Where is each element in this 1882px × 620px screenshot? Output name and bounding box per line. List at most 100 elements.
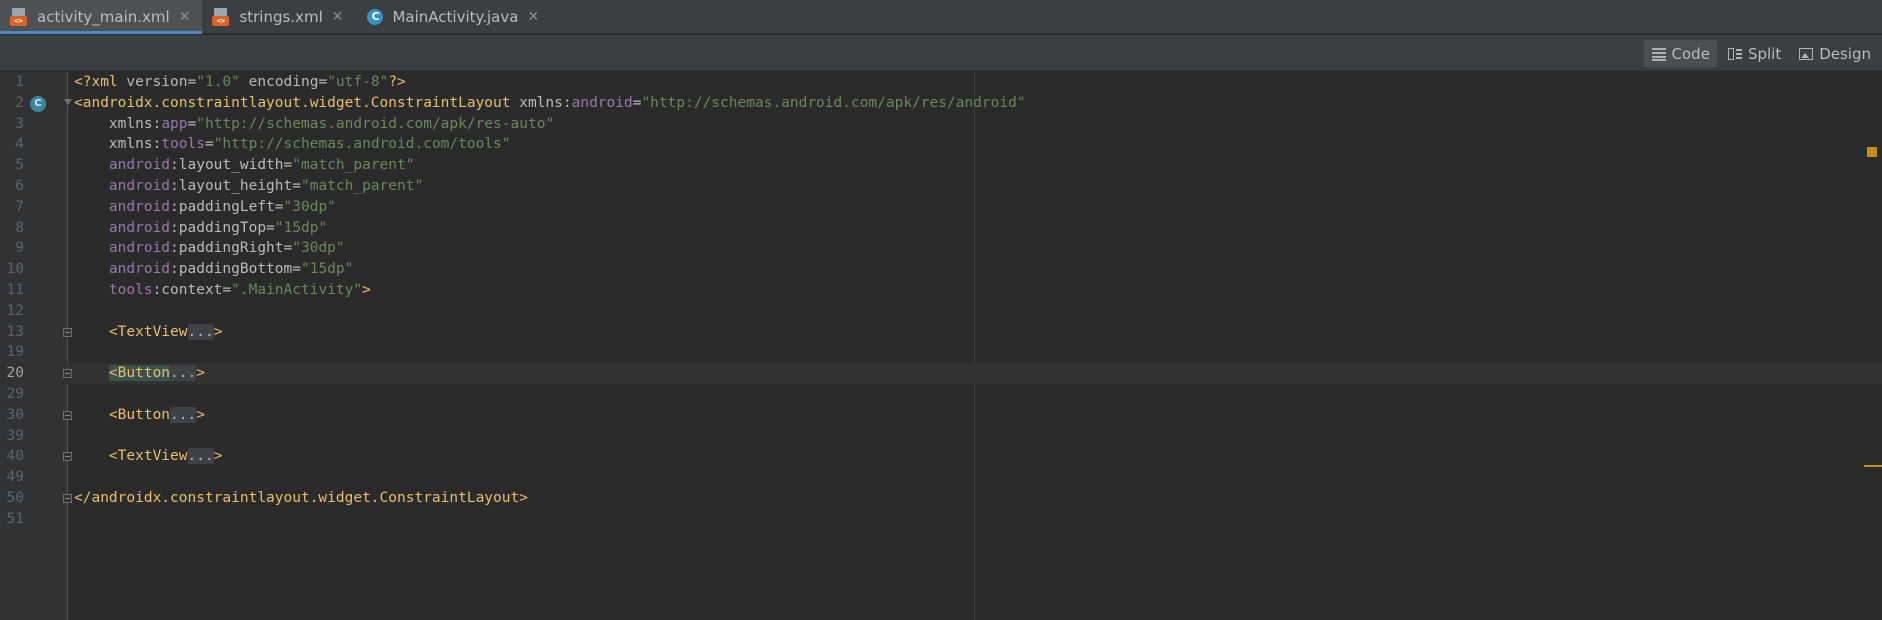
line-number: 12 <box>6 302 24 319</box>
code-token: :layout_width= <box>170 157 293 174</box>
code-line[interactable]: 40 <TextView...> <box>0 446 1882 467</box>
code-token: xmlns: <box>74 136 162 153</box>
close-icon[interactable]: ✕ <box>527 9 539 25</box>
code-text: <androidx.constraintlayout.widget.Constr… <box>74 93 1026 114</box>
code-token: "15dp" <box>274 219 328 236</box>
code-view-icon <box>1651 47 1667 61</box>
xml-file-icon: <> <box>10 7 30 27</box>
split-view-button[interactable]: Split <box>1720 40 1788 67</box>
code-line[interactable]: 39 <box>0 426 1882 447</box>
code-token: <?xml <box>74 74 127 90</box>
design-view-button[interactable]: Design <box>1791 40 1878 67</box>
code-line[interactable]: 13 <TextView...> <box>0 322 1882 343</box>
line-number: 40 <box>6 448 24 465</box>
folded-region[interactable]: ... <box>187 448 214 465</box>
code-line[interactable]: 6 android:layout_height="match_parent" <box>0 176 1882 197</box>
code-editor[interactable]: 1 <?xml version="1.0" encoding="utf-8"?> 2… <box>0 72 1882 620</box>
code-token: "30dp" <box>283 198 336 215</box>
code-text: android:paddingRight="30dp" <box>74 238 345 259</box>
folded-region[interactable]: ... <box>187 323 214 340</box>
code-line[interactable]: 9 android:paddingRight="30dp" <box>0 238 1882 259</box>
code-token: tools <box>161 136 205 153</box>
code-token: > <box>213 323 223 340</box>
line-number: 7 <box>15 198 24 215</box>
code-line[interactable]: 5 android:layout_width="match_parent" <box>0 155 1882 176</box>
code-token: android <box>74 219 171 236</box>
code-line[interactable]: 8 android:paddingTop="15dp" <box>0 218 1882 239</box>
code-token: app <box>161 115 188 132</box>
code-line[interactable]: 1 <?xml version="1.0" encoding="utf-8"?> <box>0 72 1882 93</box>
tab-activity-main-xml[interactable]: <> activity_main.xml ✕ <box>0 0 203 34</box>
code-token: "http://schemas.android.com/apk/res/andr… <box>641 94 1026 111</box>
fold-collapsed-icon[interactable] <box>63 369 72 379</box>
code-token: android <box>571 94 633 111</box>
editor-tab-bar: <> activity_main.xml ✕ <> strings.xml ✕ … <box>0 0 1882 34</box>
code-token: > <box>196 406 205 423</box>
tab-mainactivity-java[interactable]: C MainActivity.java ✕ <box>355 0 551 34</box>
fold-collapsed-icon[interactable] <box>63 494 72 503</box>
line-number: 6 <box>15 178 24 194</box>
code-line[interactable]: 11 tools:context=".MainActivity"> <box>0 280 1882 301</box>
code-text: <Button...> <box>74 363 205 384</box>
code-text: tools:context=".MainActivity"> <box>74 280 371 301</box>
fold-collapsed-icon[interactable] <box>63 410 72 420</box>
code-token: = <box>204 136 214 153</box>
code-token: android <box>74 178 171 194</box>
folded-region[interactable]: ... <box>170 406 197 423</box>
code-token: </androidx.constraintlayout.widget.Const… <box>74 490 528 506</box>
code-text: <Button...> <box>74 405 205 426</box>
line-number: 29 <box>6 386 24 402</box>
code-line[interactable]: 20 <Button...> <box>0 363 1882 385</box>
code-line[interactable]: 4 xmlns:tools="http://schemas.android.co… <box>0 134 1882 155</box>
code-line[interactable]: 2 C <androidx.constraintlayout.widget.Cons… <box>0 93 1882 114</box>
code-token: xmlns: <box>519 94 572 111</box>
line-number: 4 <box>15 136 24 153</box>
code-token: android <box>74 240 171 257</box>
split-view-icon <box>1727 47 1743 61</box>
code-line[interactable]: 19 <box>0 342 1882 363</box>
code-token: > <box>196 365 205 382</box>
code-line[interactable]: 3 xmlns:app="http://schemas.android.com/… <box>0 114 1882 135</box>
code-line[interactable]: 49 <box>0 467 1882 488</box>
fold-open-icon[interactable] <box>63 98 72 108</box>
code-text: android:paddingLeft="30dp" <box>74 197 336 218</box>
folded-region[interactable]: ... <box>170 365 197 382</box>
line-number: 49 <box>6 469 24 486</box>
fold-collapsed-icon[interactable] <box>63 327 72 337</box>
tab-label: activity_main.xml <box>37 8 170 26</box>
class-gutter-icon[interactable]: C <box>30 95 46 112</box>
line-number: 51 <box>6 510 24 527</box>
code-line[interactable]: 51 <box>0 509 1882 530</box>
code-token: <Button <box>108 365 171 382</box>
code-line[interactable]: 29 <box>0 384 1882 405</box>
code-token: xmlns: <box>74 115 162 132</box>
code-view-button[interactable]: Code <box>1643 40 1717 67</box>
view-mode-switcher: Code Split Design <box>1641 40 1878 67</box>
close-icon[interactable]: ✕ <box>332 9 344 25</box>
code-line[interactable]: 30 <Button...> <box>0 405 1882 426</box>
close-icon[interactable]: ✕ <box>179 9 191 25</box>
code-token: android <box>74 198 171 215</box>
line-number: 5 <box>15 157 24 174</box>
line-number: 30 <box>6 406 24 423</box>
java-class-icon: C <box>365 7 385 27</box>
code-token: <TextView <box>74 323 188 340</box>
design-view-icon <box>1798 47 1814 61</box>
code-line[interactable]: 50 </androidx.constraintlayout.widget.Con… <box>0 488 1882 509</box>
code-line[interactable]: 7 android:paddingLeft="30dp" <box>0 197 1882 218</box>
code-token: <Button <box>74 406 171 423</box>
code-token: <androidx.constraintlayout.widget.Constr… <box>74 94 520 111</box>
code-token: :paddingLeft= <box>170 198 284 215</box>
code-token: ".MainActivity" <box>231 282 363 298</box>
code-text: android:paddingTop="15dp" <box>74 218 327 239</box>
tab-strings-xml[interactable]: <> strings.xml ✕ <box>202 0 355 34</box>
line-number: 2 <box>15 94 24 111</box>
fold-collapsed-icon[interactable] <box>63 452 72 462</box>
code-token: "15dp" <box>300 261 354 278</box>
code-line[interactable]: 12 <box>0 301 1882 322</box>
code-token: > <box>213 448 223 465</box>
code-line[interactable]: 10 android:paddingBottom="15dp" <box>0 259 1882 280</box>
tab-label: strings.xml <box>239 8 323 26</box>
line-number: 13 <box>6 323 24 340</box>
